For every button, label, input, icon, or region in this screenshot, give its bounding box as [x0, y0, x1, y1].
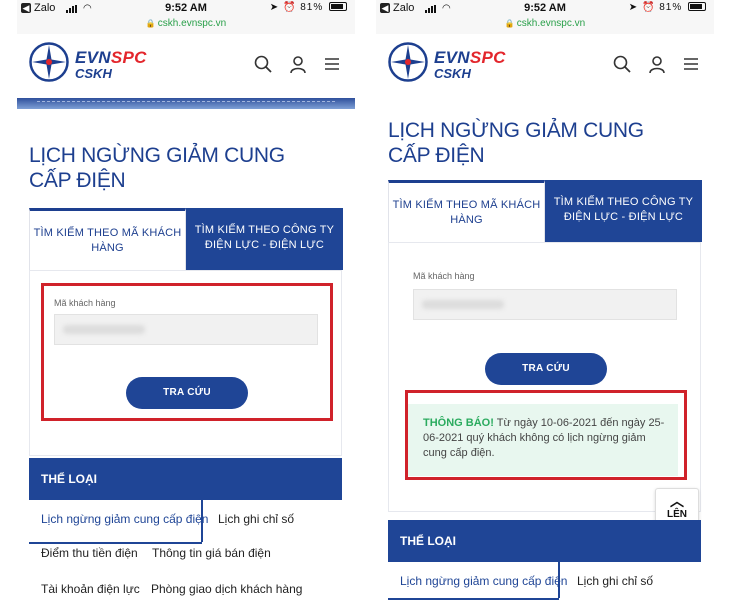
- main-content: LỊCH NGỪNG GIẢM CUNG CẤP ĐIỆN TÌM KIẾM T…: [376, 98, 714, 600]
- category-item-outage-schedule[interactable]: Lịch ngừng giảm cung cấp điện: [41, 512, 208, 526]
- lock-icon: 🔒: [504, 19, 515, 28]
- status-right: ➤ ⏰ 81%: [270, 2, 347, 13]
- chevron-up-icon: ︿: [670, 493, 684, 509]
- brand-logo[interactable]: EVNSPC CSKH: [434, 49, 506, 80]
- location-icon: ➤: [628, 2, 639, 13]
- phone-screen-right: ◀ Zalo ◠ 9:52 AM ➤ ⏰ 81% 🔒 cskh.evnspc.vn…: [376, 0, 714, 600]
- scroll-top-label: LÊN: [667, 509, 687, 520]
- lookup-button[interactable]: TRA CỨU: [485, 353, 607, 385]
- status-right: ➤ ⏰ 81%: [629, 2, 706, 13]
- evn-logo-icon[interactable]: [29, 42, 69, 82]
- hamburger-menu-icon[interactable]: [322, 54, 342, 74]
- alarm-icon: ⏰: [641, 2, 656, 13]
- user-icon[interactable]: [288, 54, 308, 74]
- blurred-value: [422, 300, 504, 309]
- tab-search-by-customer-code[interactable]: TÌM KIẾM THEO MÃ KHÁCH HÀNG: [29, 208, 186, 270]
- category-item-power-account[interactable]: Tài khoản điện lực: [41, 582, 140, 596]
- phone-screen-left: ◀ Zalo ◠ 9:52 AM ➤ ⏰ 81% 🔒 cskh.evnspc.vn…: [17, 0, 355, 600]
- logo-sub: CSKH: [75, 66, 112, 81]
- battery-icon: [329, 2, 347, 11]
- category-item-payment-points[interactable]: Điểm thu tiền điện: [41, 546, 138, 560]
- logo-sub: CSKH: [434, 66, 471, 81]
- tab-search-by-customer-code[interactable]: TÌM KIẾM THEO MÃ KHÁCH HÀNG: [388, 180, 545, 242]
- highlight-box: [405, 390, 687, 480]
- highlight-box: [41, 283, 333, 421]
- search-icon[interactable]: [253, 54, 273, 74]
- tab-search-by-power-company[interactable]: TÌM KIẾM THEO CÔNG TY ĐIỆN LỰC - ĐIỆN LỰ…: [545, 180, 702, 242]
- category-divider: [201, 500, 203, 542]
- category-divider: [558, 562, 560, 598]
- banner-strip: [17, 98, 355, 109]
- location-icon: ➤: [269, 2, 280, 13]
- logo-primary: EVN: [75, 48, 111, 67]
- category-item-price-info[interactable]: Thông tin giá bán điện: [152, 546, 271, 560]
- url-text: cskh.evnspc.vn: [516, 18, 586, 29]
- category-item-customer-office[interactable]: Phòng giao dịch khách hàng: [151, 582, 302, 596]
- brand-logo[interactable]: EVNSPC CSKH: [75, 49, 147, 80]
- address-bar[interactable]: 🔒 cskh.evnspc.vn: [17, 18, 355, 29]
- battery-percent: 81%: [659, 2, 683, 13]
- category-list: Lịch ngừng giảm cung cấp điện Lịch ghi c…: [388, 562, 701, 600]
- category-header: THỂ LOẠI: [29, 458, 342, 500]
- status-bar: ◀ Zalo ◠ 9:52 AM ➤ ⏰ 81% 🔒 cskh.evnspc.vn: [17, 0, 355, 34]
- page-title: LỊCH NGỪNG GIẢM CUNG CẤP ĐIỆN: [388, 119, 644, 167]
- tab-search-by-power-company[interactable]: TÌM KIẾM THEO CÔNG TY ĐIỆN LỰC - ĐIỆN LỰ…: [186, 208, 343, 270]
- page-title: LỊCH NGỪNG GIẢM CUNG CẤP ĐIỆN: [29, 144, 285, 192]
- battery-icon: [688, 2, 706, 11]
- battery-percent: 81%: [300, 2, 324, 13]
- category-list: Lịch ngừng giảm cung cấp điện Lịch ghi c…: [29, 500, 342, 600]
- category-item-meter-reading[interactable]: Lịch ghi chỉ số: [577, 574, 653, 588]
- lock-icon: 🔒: [145, 19, 156, 28]
- category-header: THỂ LOẠI: [388, 520, 701, 562]
- customer-code-input[interactable]: [413, 289, 677, 320]
- category-item-meter-reading[interactable]: Lịch ghi chỉ số: [218, 512, 294, 526]
- site-header: EVNSPC CSKH: [376, 34, 714, 98]
- search-tabs: TÌM KIẾM THEO MÃ KHÁCH HÀNG TÌM KIẾM THE…: [29, 208, 343, 270]
- category-item-outage-schedule[interactable]: Lịch ngừng giảm cung cấp điện: [400, 574, 567, 588]
- customer-code-label: Mã khách hàng: [413, 271, 475, 281]
- status-bar: ◀ Zalo ◠ 9:52 AM ➤ ⏰ 81% 🔒 cskh.evnspc.vn: [376, 0, 714, 34]
- user-icon[interactable]: [647, 54, 667, 74]
- alarm-icon: ⏰: [282, 2, 297, 13]
- logo-primary: EVN: [434, 48, 470, 67]
- site-header: EVNSPC CSKH: [17, 34, 355, 98]
- hamburger-menu-icon[interactable]: [681, 54, 701, 74]
- logo-accent: SPC: [469, 48, 506, 67]
- address-bar[interactable]: 🔒 cskh.evnspc.vn: [376, 18, 714, 29]
- main-content: LỊCH NGỪNG GIẢM CUNG CẤP ĐIỆN TÌM KIẾM T…: [17, 109, 355, 600]
- url-text: cskh.evnspc.vn: [157, 18, 227, 29]
- evn-logo-icon[interactable]: [388, 42, 428, 82]
- active-underline: [29, 542, 202, 544]
- search-tabs: TÌM KIẾM THEO MÃ KHÁCH HÀNG TÌM KIẾM THE…: [388, 180, 702, 242]
- search-icon[interactable]: [612, 54, 632, 74]
- logo-accent: SPC: [110, 48, 147, 67]
